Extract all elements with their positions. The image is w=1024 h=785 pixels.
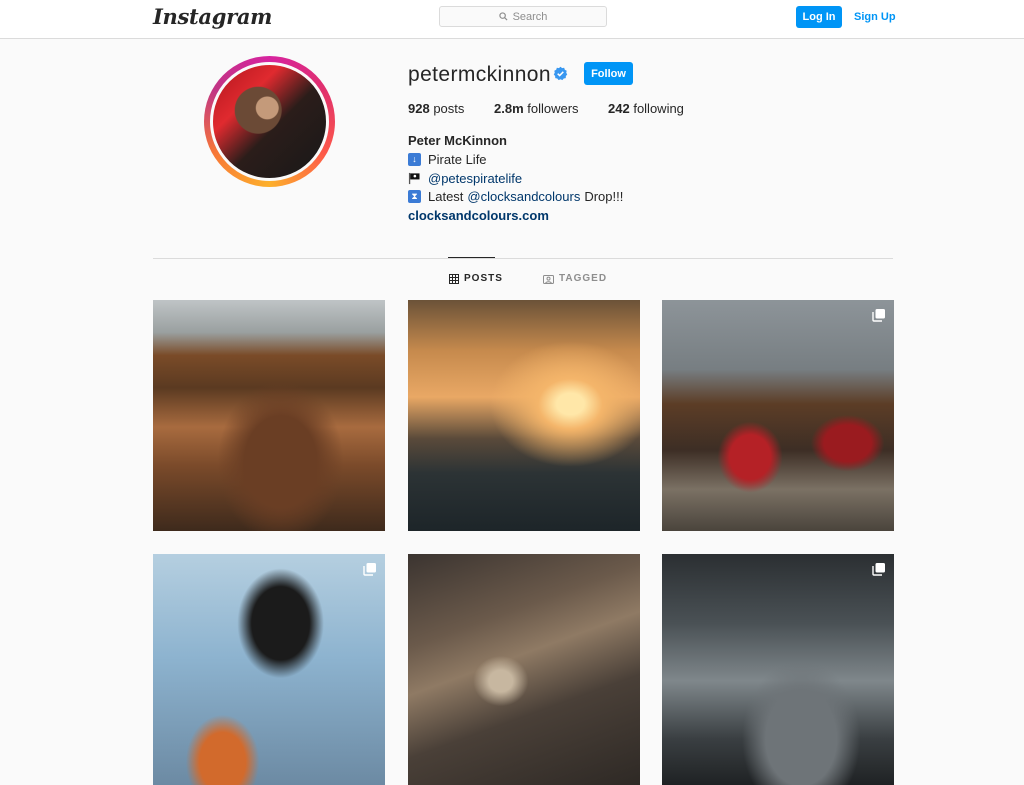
profile-username: petermckinnon bbox=[408, 63, 551, 86]
search-box[interactable]: Search bbox=[439, 6, 607, 27]
posts-label: posts bbox=[433, 101, 465, 116]
down-arrow-icon: ↓ bbox=[408, 153, 421, 166]
tabs-divider bbox=[153, 258, 893, 259]
profile-avatar[interactable] bbox=[210, 62, 329, 181]
tab-posts[interactable]: POSTS bbox=[449, 273, 503, 284]
posts-stat: 928 posts bbox=[408, 101, 464, 116]
instagram-logo[interactable]: Instagram bbox=[153, 4, 272, 29]
tab-tagged-label: TAGGED bbox=[559, 273, 608, 284]
post-tile[interactable] bbox=[153, 554, 385, 785]
bio-text-3-suffix: Drop!!! bbox=[584, 189, 624, 204]
bio-line-2: @petespiratelife bbox=[408, 171, 522, 186]
profile-website-link[interactable]: clocksandcolours.com bbox=[408, 208, 549, 223]
log-in-button[interactable]: Log In bbox=[796, 6, 842, 28]
verified-badge-icon bbox=[553, 66, 568, 81]
post-tile[interactable] bbox=[408, 554, 640, 785]
tab-tagged[interactable]: TAGGED bbox=[543, 273, 607, 284]
bio-line-1: ↓ Pirate Life bbox=[408, 152, 487, 167]
posts-count: 928 bbox=[408, 101, 430, 116]
profile-full-name: Peter McKinnon bbox=[408, 133, 507, 148]
bio-mention-petespiratelife[interactable]: @petespiratelife bbox=[428, 171, 522, 186]
following-count: 242 bbox=[608, 101, 630, 116]
followers-label: followers bbox=[527, 101, 579, 116]
top-navigation-bar: Instagram Search Log In Sign Up bbox=[0, 0, 1024, 39]
followers-stat[interactable]: 2.8m followers bbox=[494, 101, 579, 116]
post-tile[interactable] bbox=[662, 300, 894, 531]
bio-text-1: Pirate Life bbox=[428, 152, 487, 167]
post-tile[interactable] bbox=[153, 300, 385, 531]
followers-count: 2.8m bbox=[494, 101, 524, 116]
bio-line-3: ⧗ Latest @clocksandcolours Drop!!! bbox=[408, 189, 623, 204]
multiple-photos-icon bbox=[363, 563, 376, 576]
following-stat[interactable]: 242 following bbox=[608, 101, 684, 116]
following-label: following bbox=[633, 101, 684, 116]
multiple-photos-icon bbox=[872, 309, 885, 322]
post-tile[interactable] bbox=[408, 300, 640, 531]
multiple-photos-icon bbox=[872, 563, 885, 576]
post-tile[interactable] bbox=[662, 554, 894, 785]
sign-up-link[interactable]: Sign Up bbox=[854, 6, 896, 28]
hourglass-icon: ⧗ bbox=[408, 190, 421, 203]
follow-button[interactable]: Follow bbox=[584, 62, 633, 85]
tab-posts-label: POSTS bbox=[464, 273, 503, 284]
pirate-flag-icon bbox=[408, 172, 420, 185]
grid-icon bbox=[449, 273, 459, 284]
bio-text-3-prefix: Latest bbox=[428, 189, 464, 204]
search-icon bbox=[498, 12, 508, 21]
active-tab-indicator bbox=[448, 257, 495, 258]
tagged-icon bbox=[543, 274, 554, 284]
bio-mention-clocksandcolours[interactable]: @clocksandcolours bbox=[467, 189, 580, 204]
search-placeholder: Search bbox=[512, 10, 548, 23]
story-ring[interactable] bbox=[204, 56, 335, 187]
